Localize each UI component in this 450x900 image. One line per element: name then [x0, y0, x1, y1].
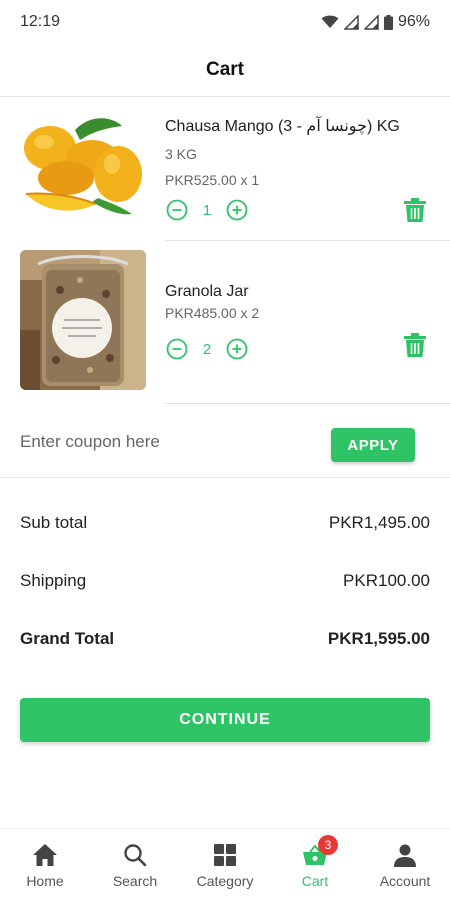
account-icon [391, 841, 419, 869]
battery-icon [383, 14, 393, 30]
nav-label: Category [196, 873, 254, 889]
signal-icon [343, 14, 359, 30]
item-name: Granola Jar [165, 283, 249, 300]
subtotal-value: PKR1,495.00 [328, 513, 430, 532]
mango-image [20, 106, 146, 226]
quantity-stepper: 1 [165, 198, 430, 222]
status-bar: 12:19 96% [0, 0, 450, 44]
wifi-icon [321, 15, 339, 28]
grand-total-label: Grand Total [20, 629, 115, 648]
coupon-input[interactable] [20, 424, 310, 460]
apply-coupon-button[interactable]: APPLY [331, 428, 415, 462]
nav-home[interactable]: Home [0, 829, 90, 900]
bottom-nav: Home Search Category 3 Cart Account [0, 828, 450, 900]
grand-total-value: PKR1,595.00 [327, 629, 430, 648]
item-divider [165, 240, 450, 241]
item-price: PKR525.00 x 1 [165, 172, 260, 188]
nav-label: Account [379, 873, 431, 889]
shipping-row: Shipping PKR100.00 [20, 552, 430, 610]
cart-item: Chausa Mango (3 - چونسا آم) KG 3 KG PKR5… [0, 98, 450, 243]
cart-count-badge: 3 [318, 835, 338, 855]
nav-category[interactable]: Category [180, 829, 270, 900]
minus-circle-icon [166, 199, 188, 221]
quantity-value: 1 [202, 201, 212, 219]
minus-circle-icon [166, 338, 188, 360]
item-divider [165, 403, 450, 404]
decrease-quantity-button[interactable] [165, 337, 189, 361]
app-header: Cart [0, 44, 450, 97]
quantity-value: 2 [202, 340, 212, 358]
plus-circle-icon [226, 338, 248, 360]
status-icons: 96% [321, 13, 430, 31]
home-icon [31, 841, 59, 869]
subtotal-label: Sub total [20, 513, 88, 532]
cart-item: Granola Jar PKR485.00 x 2 2 [0, 243, 450, 405]
status-time: 12:19 [20, 13, 61, 30]
trash-icon [404, 333, 426, 357]
increase-quantity-button[interactable] [225, 337, 249, 361]
cart-icon: 3 [301, 835, 338, 869]
trash-icon [404, 198, 426, 222]
quantity-stepper: 2 [165, 337, 430, 361]
grand-total-row: Grand Total PKR1,595.00 [20, 610, 430, 668]
nav-search[interactable]: Search [90, 829, 180, 900]
shipping-value: PKR100.00 [343, 571, 430, 590]
nav-cart[interactable]: 3 Cart [270, 829, 360, 900]
increase-quantity-button[interactable] [225, 198, 249, 222]
subtotal-row: Sub total PKR1,495.00 [20, 494, 430, 552]
battery-level: 96% [397, 13, 430, 30]
item-variant: 3 KG [165, 146, 197, 162]
search-icon [121, 841, 149, 869]
nav-account[interactable]: Account [360, 829, 450, 900]
granola-jar-image [20, 250, 146, 390]
remove-item-button[interactable] [404, 198, 426, 222]
shipping-label: Shipping [20, 571, 87, 590]
item-name: Chausa Mango (3 - چونسا آم) KG [165, 118, 400, 135]
item-price: PKR485.00 x 2 [165, 305, 260, 321]
decrease-quantity-button[interactable] [165, 198, 189, 222]
coupon-row: APPLY [0, 406, 450, 478]
nav-label: Cart [301, 873, 329, 889]
continue-button[interactable]: CONTINUE [20, 698, 430, 742]
nav-label: Home [26, 873, 64, 889]
category-icon [211, 841, 239, 869]
order-totals: Sub total PKR1,495.00 Shipping PKR100.00… [20, 494, 430, 668]
page-title: Cart [205, 59, 244, 80]
signal-icon-2 [363, 14, 379, 30]
plus-circle-icon [226, 199, 248, 221]
nav-label: Search [112, 873, 158, 889]
remove-item-button[interactable] [404, 333, 426, 357]
